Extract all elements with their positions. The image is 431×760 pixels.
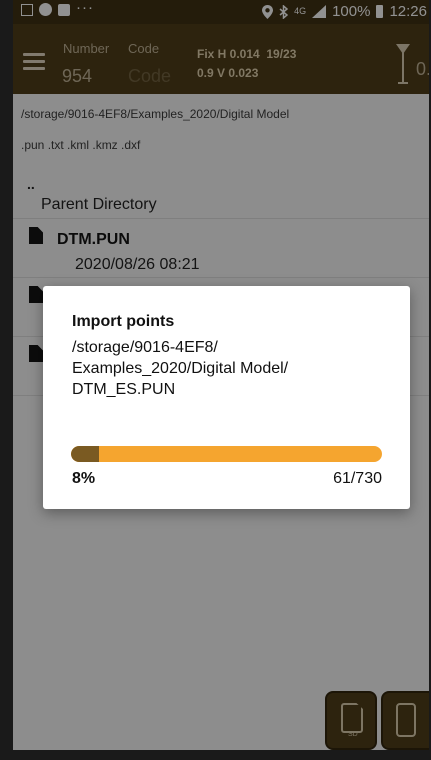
progress-percent: 8% [72, 470, 96, 487]
dialog-message-line: /storage/9016-4EF8/ [72, 339, 218, 356]
app-screen: ··· 4G 100% 12:26 Number 954 Code Code F… [13, 0, 429, 750]
device-frame-bottom [0, 750, 431, 760]
progress-count: 61/730 [333, 470, 382, 487]
device-frame-left [0, 0, 13, 760]
dialog-message-line: DTM_ES.PUN [72, 381, 176, 398]
dialog-message-line: Examples_2020/Digital Model/ [72, 360, 289, 377]
import-points-dialog: Import points /storage/9016-4EF8/ Exampl… [43, 286, 410, 509]
import-progress-bar [71, 446, 382, 462]
import-progress-fill [71, 446, 99, 462]
dialog-title: Import points [72, 313, 175, 330]
dialog-message: /storage/9016-4EF8/ Examples_2020/Digita… [72, 337, 372, 400]
